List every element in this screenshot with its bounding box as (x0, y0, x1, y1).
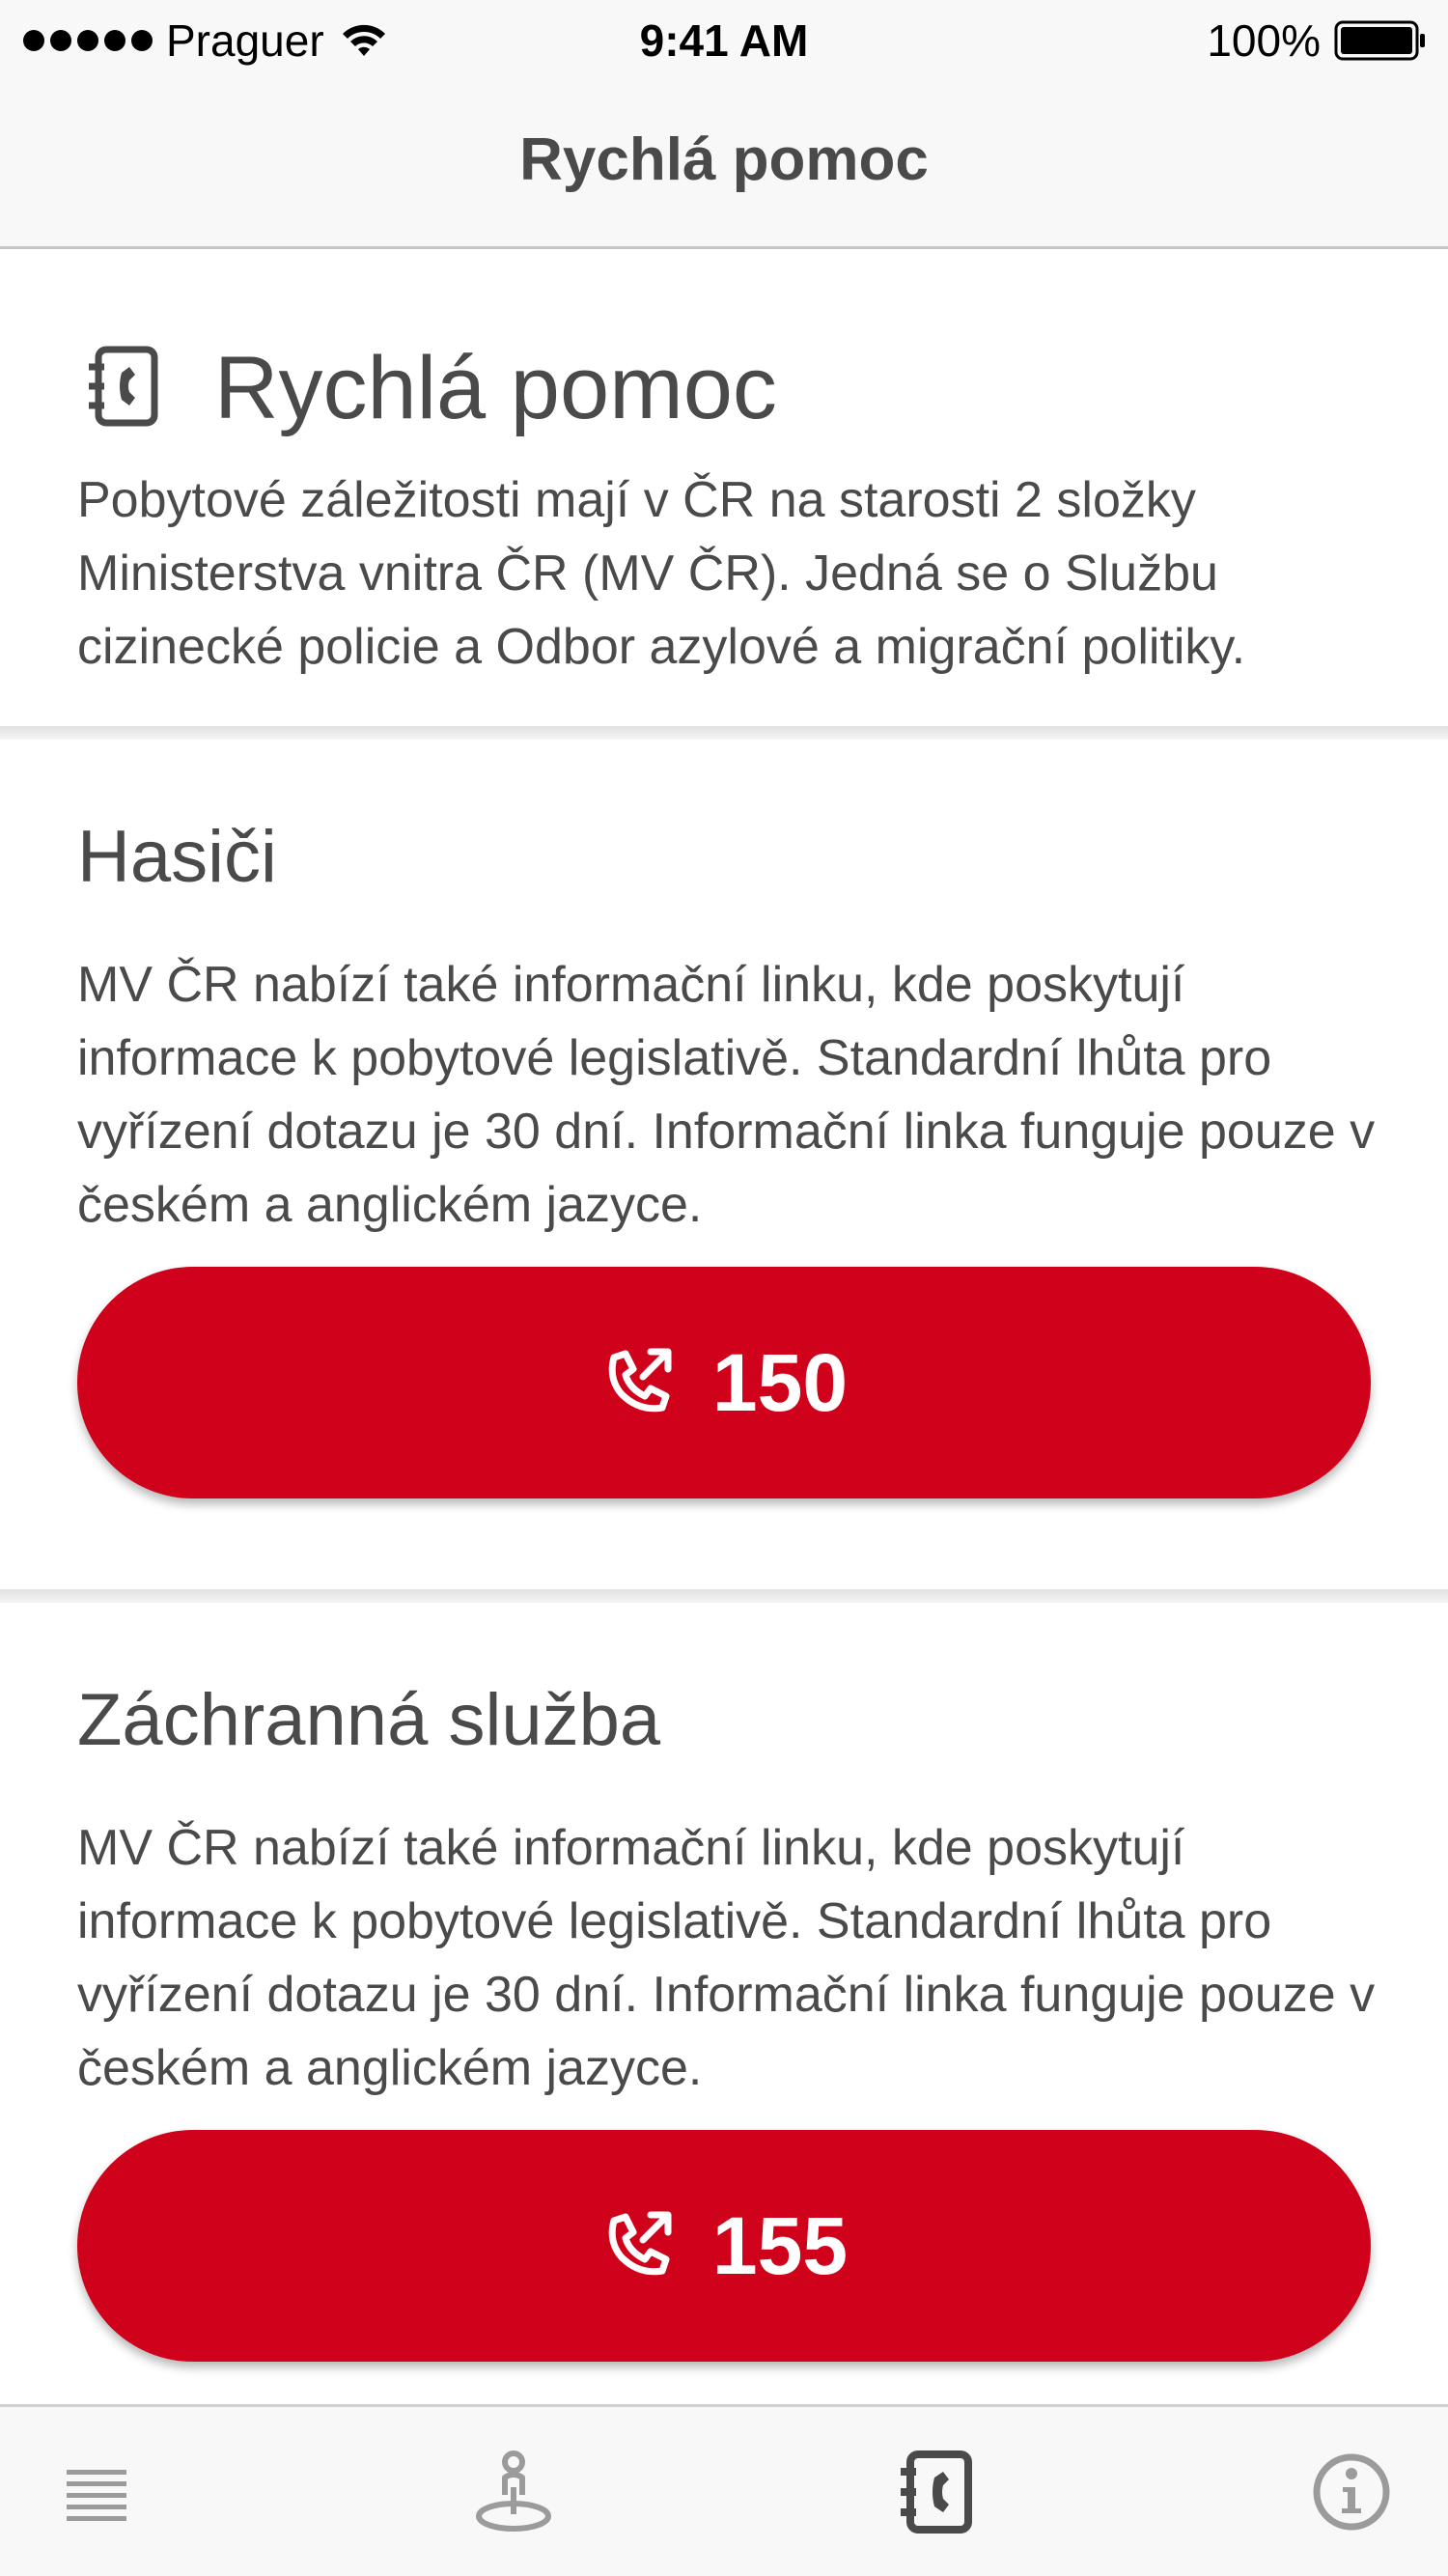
phone-outgoing-icon (608, 2211, 672, 2276)
nav-title: Rychlá pomoc (519, 126, 929, 193)
status-right: 100% (1207, 12, 1427, 70)
location-person-icon (476, 2450, 551, 2532)
intro-card: Rychlá pomoc Pobytové záležitosti mají v… (0, 249, 1448, 726)
call-number: 150 (711, 1336, 849, 1428)
navigation-bar: Rychlá pomoc (0, 79, 1448, 249)
tab-location[interactable] (467, 2446, 560, 2538)
section-divider (0, 1589, 1448, 1603)
phone-outgoing-icon (608, 1348, 672, 1413)
phonebook-icon (89, 346, 158, 427)
section-divider (0, 726, 1448, 740)
status-bar: Praguer 9:41 AM 100% (0, 0, 1448, 79)
battery-icon (1334, 20, 1425, 61)
tab-info[interactable] (1305, 2446, 1398, 2538)
battery-percentage: 100% (1207, 15, 1321, 66)
emergency-section-zachranna-sluzba: Záchranná služba MV ČR nabízí také infor… (0, 1603, 1448, 2404)
section-text: MV ČR nabízí také informační linku, kde … (77, 957, 1376, 1233)
emergency-section-hasici: Hasiči MV ČR nabízí také informační link… (0, 740, 1448, 1589)
intro-title: Rychlá pomoc (214, 339, 777, 437)
tab-menu[interactable] (50, 2446, 143, 2538)
tab-phonebook[interactable] (890, 2446, 983, 2538)
section-title: Hasiči (77, 816, 277, 898)
intro-text: Pobytové záležitosti mají v ČR na staros… (77, 472, 1246, 675)
call-number: 155 (711, 2199, 849, 2291)
menu-list-icon (67, 2470, 126, 2521)
section-text: MV ČR nabízí také informační linku, kde … (77, 1820, 1376, 2096)
tab-bar (0, 2404, 1448, 2576)
phonebook-icon (901, 2450, 972, 2534)
call-button-150[interactable]: 150 (77, 1267, 1371, 1498)
call-button-155[interactable]: 155 (77, 2130, 1371, 2362)
info-icon (1313, 2453, 1390, 2531)
section-title: Záchranná služba (77, 1679, 661, 1761)
